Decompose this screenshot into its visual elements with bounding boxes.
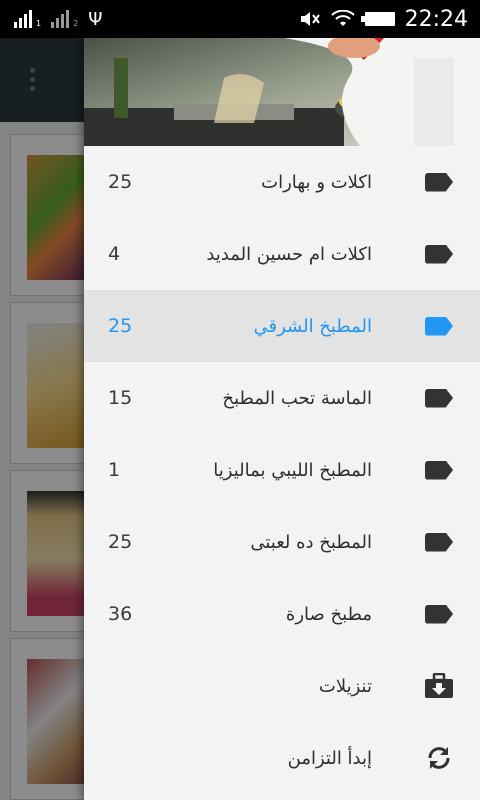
category-count: 15 [108,387,133,409]
category-label: المطبخ الشرقي [253,315,372,337]
category-count: 25 [108,171,133,193]
category-count: 4 [108,243,121,265]
category-count: 25 [108,531,133,553]
tag-icon [424,602,454,626]
category-label: اكلات و بهارات [261,171,372,193]
downloads-item[interactable]: تنزيلات [84,650,480,722]
category-label: الماسة تحب المطبخ [222,387,372,409]
tag-icon [424,170,454,194]
navigation-drawer: 25 اكلات و بهارات 4 اكلات ام حسين المديد… [84,38,480,800]
category-item-almasa[interactable]: 15 الماسة تحب المطبخ [84,362,480,434]
clock: 22:24 [404,6,468,32]
category-item-sara-kitchen[interactable]: 36 مطبخ صارة [84,578,480,650]
category-item-spices[interactable]: 25 اكلات و بهارات [84,146,480,218]
category-label: اكلات ام حسين المديد [206,243,372,265]
category-label: المطبخ الليبي بماليزيا [213,459,372,481]
drawer-header-image [84,38,480,146]
battery-icon [360,12,395,26]
start-sync-label: إبدأ التزامن [287,747,372,769]
tag-icon [424,386,454,410]
category-item-eastern-kitchen[interactable]: 25 المطبخ الشرقي [84,290,480,362]
status-bar: 1 2 Ψ 22:24 [0,0,480,38]
usb-icon: Ψ [88,8,103,30]
category-list: 25 اكلات و بهارات 4 اكلات ام حسين المديد… [84,146,480,794]
signal-icon: 1 [14,10,41,28]
category-count: 1 [108,459,121,481]
category-label: مطبخ صارة [285,603,372,625]
signal-icon: 2 [51,10,78,28]
tag-icon [424,458,454,482]
tag-icon [424,314,454,338]
category-item-my-game[interactable]: 25 المطبخ ده لعبتى [84,506,480,578]
sync-icon [424,746,454,770]
start-sync-item[interactable]: إبدأ التزامن [84,722,480,794]
download-icon [424,673,454,698]
category-item-um-hussein[interactable]: 4 اكلات ام حسين المديد [84,218,480,290]
downloads-label: تنزيلات [318,675,372,697]
tag-icon [424,242,454,266]
category-count: 36 [108,603,133,625]
tag-icon [424,530,454,554]
wifi-icon [330,10,355,26]
category-label: المطبخ ده لعبتى [250,531,372,553]
category-count: 25 [108,315,133,337]
category-item-libyan-kitchen[interactable]: 1 المطبخ الليبي بماليزيا [84,434,480,506]
mute-icon [300,12,320,26]
